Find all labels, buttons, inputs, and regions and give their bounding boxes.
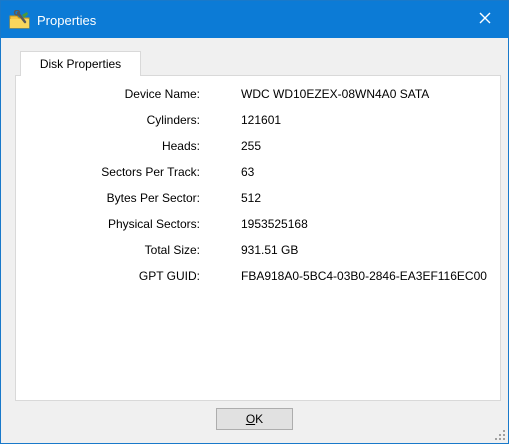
close-button[interactable] bbox=[462, 1, 508, 38]
resize-grip-icon[interactable] bbox=[494, 429, 506, 441]
property-row-bytes-per-sector: Bytes Per Sector: 512 bbox=[16, 188, 500, 208]
property-value: 931.51 GB bbox=[241, 243, 299, 257]
property-label: Heads: bbox=[161, 139, 200, 153]
property-label: Cylinders: bbox=[146, 113, 200, 127]
property-row-gpt-guid: GPT GUID: FBA918A0-5BC4-03B0-2846-EA3EF1… bbox=[16, 266, 500, 286]
tab-disk-properties[interactable]: Disk Properties bbox=[20, 51, 141, 76]
window-title: Properties bbox=[37, 13, 97, 28]
ok-mnemonic: O bbox=[245, 412, 256, 426]
property-label: Total Size: bbox=[144, 243, 200, 257]
property-value: 63 bbox=[241, 165, 255, 179]
close-icon bbox=[479, 12, 491, 27]
property-label: Physical Sectors: bbox=[107, 217, 200, 231]
property-row-total-size: Total Size: 931.51 GB bbox=[16, 240, 500, 260]
ok-label: K bbox=[255, 412, 264, 426]
property-label: Bytes Per Sector: bbox=[106, 191, 200, 205]
property-row-device-name: Device Name: WDC WD10EZEX-08WN4A0 SATA bbox=[16, 84, 500, 104]
title-bar[interactable]: Properties bbox=[1, 1, 508, 38]
ok-button[interactable]: OK bbox=[216, 408, 293, 430]
property-value: WDC WD10EZEX-08WN4A0 SATA bbox=[241, 87, 430, 101]
property-value: 1953525168 bbox=[241, 217, 308, 231]
property-value: 512 bbox=[241, 191, 262, 205]
property-label: Sectors Per Track: bbox=[101, 165, 200, 179]
folder-wrench-icon bbox=[9, 9, 31, 30]
property-row-cylinders: Cylinders: 121601 bbox=[16, 110, 500, 130]
tab-label: Disk Properties bbox=[39, 57, 122, 71]
property-row-physical-sectors: Physical Sectors: 1953525168 bbox=[16, 214, 500, 234]
property-row-sectors-per-track: Sectors Per Track: 63 bbox=[16, 162, 500, 182]
properties-dialog: Properties Disk Properties Device Name: … bbox=[0, 0, 509, 444]
property-row-heads: Heads: 255 bbox=[16, 136, 500, 156]
property-label: Device Name: bbox=[124, 87, 200, 101]
property-label: GPT GUID: bbox=[138, 269, 200, 283]
property-value: FBA918A0-5BC4-03B0-2846-EA3EF116EC00 bbox=[241, 269, 487, 283]
property-value: 121601 bbox=[241, 113, 282, 127]
property-value: 255 bbox=[241, 139, 262, 153]
disk-properties-panel: Device Name: WDC WD10EZEX-08WN4A0 SATA C… bbox=[15, 75, 501, 401]
